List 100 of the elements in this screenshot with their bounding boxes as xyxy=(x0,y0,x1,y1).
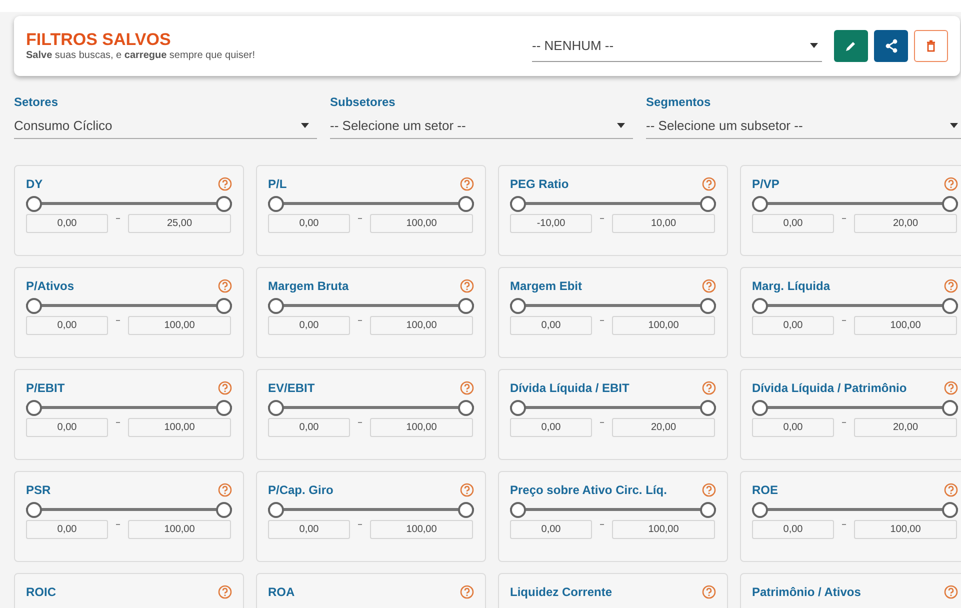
help-icon[interactable] xyxy=(218,177,232,191)
value-field[interactable]: 0,00 xyxy=(510,520,592,539)
slider-handle[interactable] xyxy=(268,298,284,314)
slider-handle[interactable] xyxy=(268,502,284,518)
help-icon[interactable] xyxy=(944,585,958,599)
delete-button[interactable] xyxy=(914,30,948,62)
slider-handle[interactable] xyxy=(458,502,474,518)
slider-handle[interactable] xyxy=(700,400,716,416)
value-field[interactable]: 100,00 xyxy=(128,520,231,539)
range-slider[interactable] xyxy=(26,196,232,212)
range-slider[interactable] xyxy=(26,400,232,416)
slider-handle[interactable] xyxy=(26,298,42,314)
value-field[interactable]: 0,00 xyxy=(268,214,350,233)
slider-handle[interactable] xyxy=(700,502,716,518)
value-field[interactable]: -10,00 xyxy=(510,214,592,233)
value-field[interactable]: 0,00 xyxy=(752,520,834,539)
range-slider[interactable] xyxy=(510,400,716,416)
value-field[interactable]: 0,00 xyxy=(26,214,108,233)
slider-handle[interactable] xyxy=(700,196,716,212)
value-field[interactable]: 25,00 xyxy=(128,214,231,233)
slider-handle[interactable] xyxy=(510,502,526,518)
value-field[interactable]: 0,00 xyxy=(510,418,592,437)
help-icon[interactable] xyxy=(460,381,474,395)
slider-handle[interactable] xyxy=(458,400,474,416)
range-slider[interactable] xyxy=(752,196,958,212)
slider-handle[interactable] xyxy=(752,196,768,212)
slider-handle[interactable] xyxy=(752,298,768,314)
select-field[interactable]: -- Selecione um setor -- xyxy=(330,113,633,139)
help-icon[interactable] xyxy=(460,483,474,497)
value-field[interactable]: 100,00 xyxy=(370,214,473,233)
slider-handle[interactable] xyxy=(942,502,958,518)
slider-handle[interactable] xyxy=(458,196,474,212)
range-slider[interactable] xyxy=(268,502,474,518)
slider-handle[interactable] xyxy=(26,400,42,416)
help-icon[interactable] xyxy=(702,585,716,599)
saved-filter-select[interactable]: -- NENHUM -- xyxy=(532,30,822,62)
slider-handle[interactable] xyxy=(216,196,232,212)
help-icon[interactable] xyxy=(218,279,232,293)
range-slider[interactable] xyxy=(268,400,474,416)
slider-handle[interactable] xyxy=(942,298,958,314)
range-slider[interactable] xyxy=(752,400,958,416)
help-icon[interactable] xyxy=(218,381,232,395)
slider-handle[interactable] xyxy=(26,196,42,212)
value-field[interactable]: 0,00 xyxy=(268,520,350,539)
select-field[interactable]: -- Selecione um subsetor -- xyxy=(646,113,961,139)
value-field[interactable]: 0,00 xyxy=(752,214,834,233)
range-slider[interactable] xyxy=(752,298,958,314)
slider-handle[interactable] xyxy=(216,502,232,518)
range-slider[interactable] xyxy=(26,298,232,314)
help-icon[interactable] xyxy=(702,483,716,497)
value-field[interactable]: 20,00 xyxy=(612,418,715,437)
edit-button[interactable] xyxy=(834,30,868,62)
value-field[interactable]: 20,00 xyxy=(854,214,957,233)
value-field[interactable]: 100,00 xyxy=(612,316,715,335)
help-icon[interactable] xyxy=(944,177,958,191)
value-field[interactable]: 10,00 xyxy=(612,214,715,233)
value-field[interactable]: 0,00 xyxy=(26,520,108,539)
slider-handle[interactable] xyxy=(510,400,526,416)
value-field[interactable]: 0,00 xyxy=(26,418,108,437)
share-button[interactable] xyxy=(874,30,908,62)
value-field[interactable]: 100,00 xyxy=(854,316,957,335)
range-slider[interactable] xyxy=(268,298,474,314)
slider-handle[interactable] xyxy=(752,502,768,518)
range-slider[interactable] xyxy=(268,196,474,212)
slider-handle[interactable] xyxy=(216,400,232,416)
range-slider[interactable] xyxy=(510,298,716,314)
value-field[interactable]: 100,00 xyxy=(854,520,957,539)
help-icon[interactable] xyxy=(944,483,958,497)
value-field[interactable]: 100,00 xyxy=(370,520,473,539)
range-slider[interactable] xyxy=(26,502,232,518)
value-field[interactable]: 100,00 xyxy=(370,418,473,437)
value-field[interactable]: 20,00 xyxy=(854,418,957,437)
value-field[interactable]: 100,00 xyxy=(612,520,715,539)
slider-handle[interactable] xyxy=(942,400,958,416)
value-field[interactable]: 0,00 xyxy=(268,418,350,437)
value-field[interactable]: 0,00 xyxy=(752,418,834,437)
help-icon[interactable] xyxy=(702,279,716,293)
slider-handle[interactable] xyxy=(700,298,716,314)
slider-handle[interactable] xyxy=(268,196,284,212)
value-field[interactable]: 0,00 xyxy=(752,316,834,335)
help-icon[interactable] xyxy=(702,177,716,191)
slider-handle[interactable] xyxy=(510,196,526,212)
help-icon[interactable] xyxy=(218,585,232,599)
slider-handle[interactable] xyxy=(752,400,768,416)
value-field[interactable]: 0,00 xyxy=(268,316,350,335)
help-icon[interactable] xyxy=(218,483,232,497)
slider-handle[interactable] xyxy=(268,400,284,416)
help-icon[interactable] xyxy=(944,381,958,395)
value-field[interactable]: 100,00 xyxy=(128,418,231,437)
range-slider[interactable] xyxy=(752,502,958,518)
range-slider[interactable] xyxy=(510,196,716,212)
help-icon[interactable] xyxy=(460,279,474,293)
value-field[interactable]: 0,00 xyxy=(26,316,108,335)
help-icon[interactable] xyxy=(460,585,474,599)
slider-handle[interactable] xyxy=(216,298,232,314)
value-field[interactable]: 100,00 xyxy=(370,316,473,335)
slider-handle[interactable] xyxy=(510,298,526,314)
select-field[interactable]: Consumo Cíclico xyxy=(14,113,317,139)
help-icon[interactable] xyxy=(944,279,958,293)
slider-handle[interactable] xyxy=(458,298,474,314)
